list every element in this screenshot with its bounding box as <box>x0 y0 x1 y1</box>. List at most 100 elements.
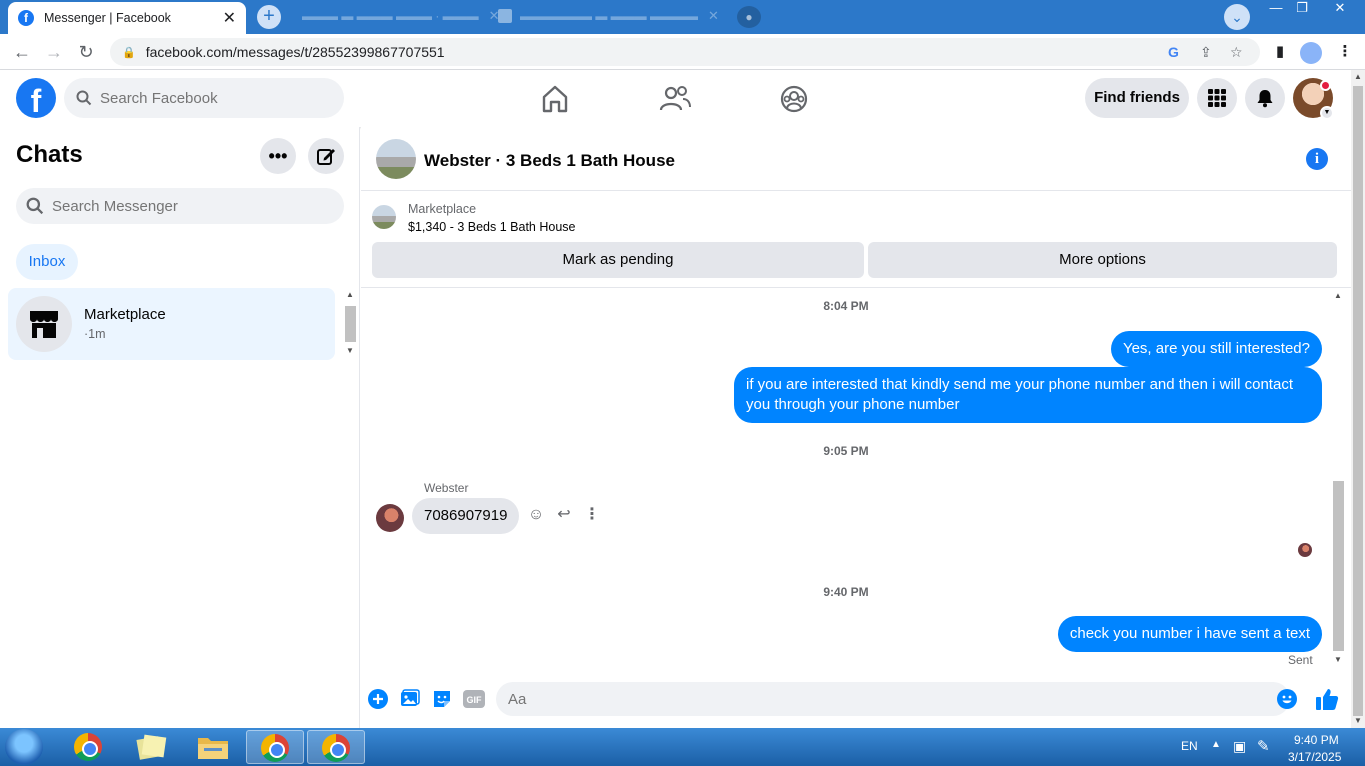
mark-as-pending-button[interactable]: Mark as pending <box>372 242 864 278</box>
page-scrollbar[interactable]: ▲ ▼ <box>1351 70 1365 728</box>
incoming-message[interactable]: 7086907919 <box>412 498 520 534</box>
find-friends-button[interactable]: Find friends <box>1085 78 1189 118</box>
messenger-search[interactable] <box>16 188 344 224</box>
side-panel-icon[interactable]: ▮ <box>1268 40 1292 64</box>
scroll-down-arrow-icon[interactable]: ▼ <box>346 346 354 355</box>
close-window-icon[interactable]: ✕ <box>1326 0 1354 18</box>
messages-scrollbar[interactable]: ▲ ▼ <box>1330 291 1346 667</box>
language-indicator[interactable]: EN <box>1181 739 1198 753</box>
outgoing-message[interactable]: Yes, are you still interested? <box>1110 331 1322 367</box>
bookmark-star-icon[interactable]: ☆ <box>1230 38 1243 66</box>
chat-list-scrollbar[interactable]: ▲ ▼ <box>343 290 357 358</box>
share-icon[interactable]: ⇪ <box>1200 38 1212 66</box>
scroll-up-arrow-icon[interactable]: ▲ <box>1354 72 1362 81</box>
friends-icon[interactable] <box>658 82 692 116</box>
show-hidden-icons-icon[interactable]: ▲ <box>1211 739 1221 750</box>
scroll-down-arrow-icon[interactable]: ▼ <box>1354 716 1362 725</box>
inbox-tab[interactable]: Inbox <box>16 244 78 280</box>
messenger-search-input[interactable] <box>52 197 272 215</box>
reload-icon[interactable]: ↻ <box>74 40 98 64</box>
clock-time[interactable]: 9:40 PM <box>1294 733 1339 747</box>
home-icon[interactable] <box>538 82 572 116</box>
more-options-button[interactable]: More options <box>868 242 1337 278</box>
facebook-search-input[interactable] <box>100 89 320 107</box>
sticker-button[interactable] <box>431 688 453 710</box>
scrollbar-thumb[interactable] <box>345 306 356 342</box>
pen-icon[interactable]: ✎ <box>1257 737 1270 755</box>
scrollbar-thumb[interactable] <box>1333 481 1344 651</box>
outgoing-message[interactable]: if you are interested that kindly send m… <box>734 367 1322 423</box>
listing-thumbnail[interactable] <box>376 139 416 179</box>
notifications-button[interactable] <box>1245 78 1285 118</box>
emoji-icon <box>1277 689 1297 709</box>
close-tab-icon[interactable]: ✕ <box>708 8 719 24</box>
browser-toolbar: ← → ↻ 🔒 facebook.com/messages/t/28552399… <box>0 34 1365 70</box>
listing-small-thumbnail[interactable] <box>372 205 396 229</box>
message-timestamp: 9:05 PM <box>823 444 869 458</box>
tab-overflow-icon[interactable]: ● <box>737 6 761 28</box>
chat-item-marketplace[interactable]: Marketplace ·1m <box>8 288 335 360</box>
groups-icon[interactable] <box>777 82 811 116</box>
more-dots-icon: ••• <box>268 145 288 166</box>
marketplace-label: Marketplace <box>408 202 477 216</box>
new-message-button[interactable] <box>308 138 344 174</box>
start-button-icon[interactable] <box>5 729 43 765</box>
info-icon[interactable]: i <box>1306 148 1328 170</box>
message-composer: GIF <box>361 678 1351 728</box>
restore-icon[interactable]: ❐ <box>1288 0 1316 18</box>
gif-button[interactable]: GIF <box>463 688 485 710</box>
more-actions-button[interactable] <box>367 688 389 710</box>
chat-item-time: ·1m <box>84 327 106 341</box>
google-icon[interactable]: G <box>1168 38 1179 66</box>
sender-name: Webster <box>424 481 469 495</box>
react-icon[interactable]: ☺ <box>526 505 546 525</box>
chrome-icon <box>261 734 289 762</box>
chat-item-name: Marketplace <box>84 306 166 323</box>
conversation-title[interactable]: Webster · 3 Beds 1 Bath House <box>424 151 675 171</box>
menu-button[interactable] <box>1197 78 1237 118</box>
scroll-up-arrow-icon[interactable]: ▲ <box>346 290 354 299</box>
taskbar-sticky-notes[interactable] <box>122 730 180 764</box>
like-button[interactable] <box>1315 687 1339 711</box>
taskbar-chrome[interactable] <box>60 730 118 764</box>
forward-icon[interactable]: → <box>42 40 66 64</box>
background-tab-1[interactable]: ▬▬▬ ▬ ▬▬▬ ▬▬▬ · ▬▬▬ ✕ <box>294 6 500 26</box>
background-tab-2[interactable]: ▬▬▬▬▬▬ ▬ ▬▬▬ ▬▬▬▬ ✕ <box>498 6 724 26</box>
address-bar[interactable]: 🔒 facebook.com/messages/t/28552399867707… <box>110 38 1260 66</box>
conversation-panel: Webster · 3 Beds 1 Bath House i Marketpl… <box>361 127 1351 728</box>
reply-icon[interactable]: ↩ <box>554 505 574 525</box>
browser-profile-icon[interactable] <box>1300 42 1322 64</box>
sent-status: Sent <box>1288 653 1313 667</box>
sticky-notes-icon <box>136 734 167 760</box>
message-input[interactable] <box>496 682 1290 716</box>
listing-summary[interactable]: $1,340 - 3 Beds 1 Bath House <box>408 220 575 234</box>
taskbar-file-explorer[interactable] <box>184 730 242 764</box>
scroll-up-arrow-icon[interactable]: ▲ <box>1334 291 1342 300</box>
back-icon[interactable]: ← <box>10 40 34 64</box>
storefront-icon <box>30 311 58 338</box>
scrollbar-thumb[interactable] <box>1353 86 1363 716</box>
tab-messenger[interactable]: f Messenger | Facebook ✕ <box>8 2 246 34</box>
thumbs-up-icon <box>1316 689 1339 710</box>
new-tab-button[interactable]: + <box>257 5 281 29</box>
chevron-down-icon[interactable]: ▼ <box>1320 106 1334 120</box>
network-icon[interactable]: ▣ <box>1233 738 1246 755</box>
clock-date[interactable]: 3/17/2025 <box>1288 750 1341 764</box>
windows-taskbar: EN ▲ ▣ ✎ 9:40 PM 3/17/2025 <box>0 728 1365 766</box>
gif-icon: GIF <box>463 690 485 708</box>
chat-options-button[interactable]: ••• <box>260 138 296 174</box>
chrome-menu-icon[interactable]: ⋮ <box>1333 40 1357 64</box>
minimize-icon[interactable]: — <box>1262 0 1290 18</box>
tab-search-icon[interactable]: ⌄ <box>1224 4 1250 30</box>
scroll-down-arrow-icon[interactable]: ▼ <box>1334 655 1342 664</box>
attach-photo-button[interactable] <box>399 688 421 710</box>
facebook-search[interactable] <box>64 78 344 118</box>
facebook-logo-icon[interactable]: f <box>16 78 56 118</box>
emoji-button[interactable] <box>1276 688 1298 710</box>
more-vertical-icon[interactable]: ⋮ <box>582 505 602 525</box>
taskbar-chrome-window-1[interactable] <box>246 730 304 764</box>
taskbar-chrome-window-2[interactable] <box>307 730 365 764</box>
close-tab-icon[interactable]: ✕ <box>223 8 236 28</box>
outgoing-message[interactable]: check you number i have sent a text <box>1057 616 1322 652</box>
webster-avatar[interactable] <box>376 504 404 532</box>
